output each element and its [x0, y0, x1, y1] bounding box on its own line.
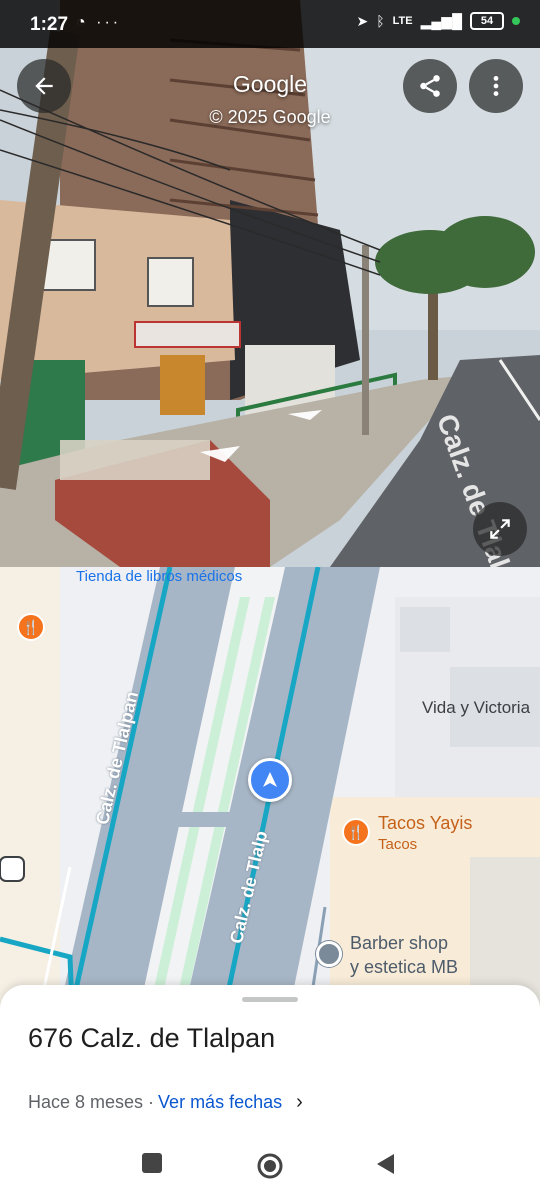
battery-icon: 54	[470, 12, 504, 30]
map-label-tacos[interactable]: Tacos Yayis	[378, 813, 472, 834]
navigation-arrow-icon	[263, 772, 277, 787]
status-bar: 1:27 ◔ ··· ➤ ᛒ LTE ▂▄▆█ 54	[0, 0, 540, 48]
bluetooth-icon: ᛒ	[376, 13, 385, 29]
street-view-title: Google	[232, 71, 308, 97]
more-vert-icon	[493, 76, 499, 96]
address-title: 676 Calz. de Tlalpan	[28, 1023, 276, 1053]
circle-icon	[257, 1153, 283, 1179]
street-view-panorama[interactable]: Calz. de Tlalpan 1:27 ◔ ··· ➤ ᛒ LTE ▂▄▆█…	[0, 0, 540, 567]
status-icons: ➤ ᛒ LTE ▂▄▆█ 54	[357, 12, 520, 30]
recents-button[interactable]	[141, 1152, 167, 1178]
barber-pin-icon[interactable]	[316, 941, 342, 967]
share-button[interactable]	[403, 59, 457, 113]
share-icon	[420, 75, 440, 97]
network-label: LTE	[392, 15, 413, 27]
street-view-header: Google © 2025 Google	[0, 48, 540, 148]
expand-button[interactable]	[473, 502, 527, 556]
charging-dot-icon	[512, 17, 520, 25]
map-label-barber-2: y estetica MB	[350, 957, 459, 977]
back-nav-button[interactable]	[374, 1152, 400, 1178]
map-label-vida[interactable]: Vida y Victoria	[422, 698, 530, 718]
map-label-bookstore[interactable]: Tienda de libros médicos	[76, 568, 242, 585]
system-navigation-bar	[0, 1130, 540, 1200]
expand-icon	[490, 519, 510, 539]
home-button[interactable]	[256, 1152, 283, 1179]
chevron-right-icon[interactable]: ›	[296, 1091, 303, 1114]
restaurant-pin-icon[interactable]: 🍴	[17, 613, 45, 641]
status-time: 1:27	[30, 14, 69, 35]
whatsapp-icon: ◔ ···	[76, 14, 122, 31]
square-icon	[142, 1153, 162, 1173]
current-location-marker[interactable]	[248, 758, 292, 802]
signal-icon: ▂▄▆█	[420, 12, 462, 29]
triangle-back-icon	[377, 1154, 394, 1174]
see-more-dates-link[interactable]: Ver más fechas	[158, 1092, 282, 1113]
sheet-drag-handle[interactable]	[242, 997, 298, 1002]
date-row: Hace 8 meses · Ver más fechas ›	[28, 1091, 303, 1114]
date-text: Hace 8 meses ·	[28, 1092, 155, 1112]
tacos-pin-icon[interactable]: 🍴	[342, 818, 370, 846]
more-options-button[interactable]	[469, 59, 523, 113]
map-label-barber-1[interactable]: Barber shop	[350, 933, 448, 954]
map-view[interactable]: Tienda de libros médicos 🍴 Calz. de Tlal…	[0, 567, 540, 1007]
copyright-text: © 2025 Google	[209, 107, 331, 127]
map-label-tacos-type: Tacos	[378, 836, 418, 853]
location-arrow-icon: ➤	[356, 12, 369, 29]
